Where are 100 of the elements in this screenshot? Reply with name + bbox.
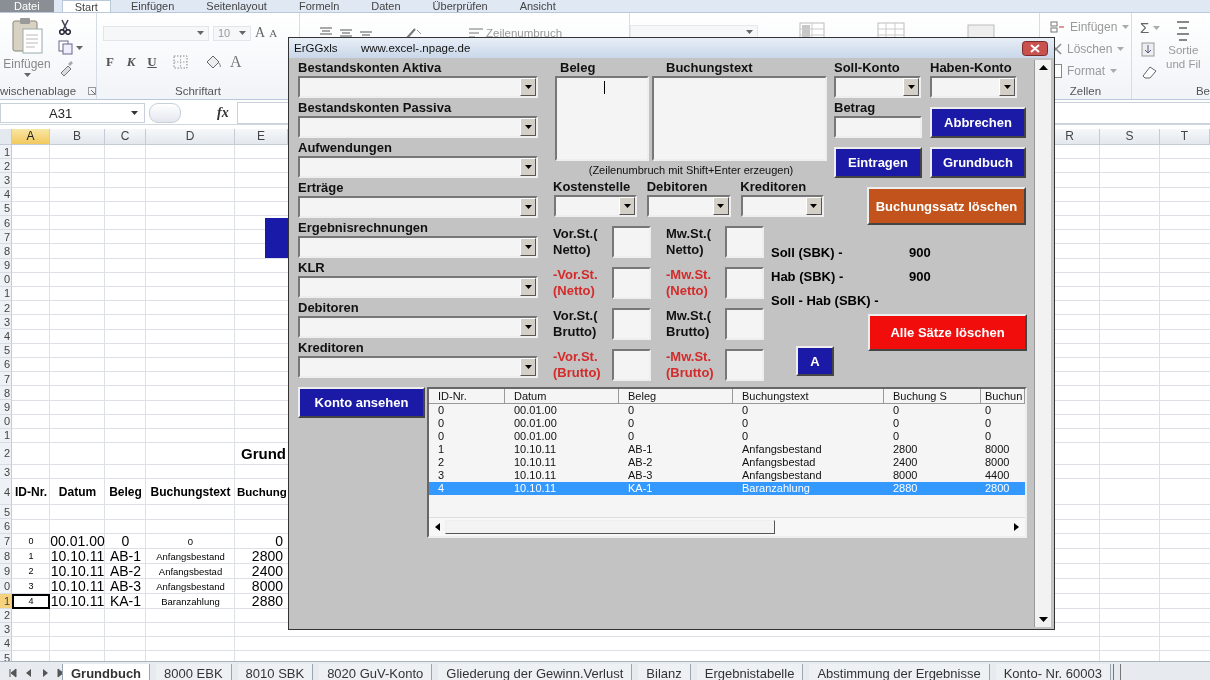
row-header[interactable]: 2 (0, 442, 12, 465)
input-field[interactable] (612, 349, 651, 381)
column-header[interactable]: Datum (505, 389, 619, 403)
dropdown-button[interactable] (520, 278, 536, 296)
list-row[interactable]: 3 10.10.11 AB-3 Anfangsbestand 8000 4400 (429, 469, 1025, 482)
ribbon-tab[interactable]: Einfügen (118, 0, 187, 12)
ribbon-tab[interactable]: Start (61, 0, 111, 12)
row-header[interactable]: 5 (0, 505, 12, 520)
delete-entry-button[interactable]: Buchungssatz löschen (867, 187, 1026, 225)
launcher-icon[interactable] (88, 87, 97, 95)
input-field[interactable] (612, 308, 651, 340)
bold-button[interactable]: F (103, 54, 117, 70)
input-field[interactable] (725, 349, 764, 381)
dropdown-button[interactable] (999, 78, 1015, 96)
ribbon-tab[interactable]: Daten (359, 0, 413, 12)
input-field[interactable] (725, 308, 764, 340)
insert-function-button[interactable]: fx (217, 105, 237, 121)
scissors-icon[interactable] (58, 19, 72, 35)
combo-box[interactable] (298, 76, 538, 98)
combo-box[interactable] (298, 156, 538, 178)
column-header[interactable]: Buchungstext (733, 389, 884, 403)
ledger-button[interactable]: Grundbuch (930, 147, 1026, 178)
sheet-tab[interactable]: Konto- Nr. 60003 (995, 663, 1111, 680)
combo-box[interactable] (554, 195, 638, 217)
column-header[interactable]: Buchun (981, 389, 1025, 403)
sheet-tab[interactable]: Bilanz (638, 663, 691, 680)
combo-box[interactable] (834, 76, 921, 98)
dropdown-button[interactable] (619, 197, 636, 215)
sheet-tab[interactable]: 8020 GuV-Konto (319, 663, 433, 680)
combo-box[interactable] (930, 76, 1017, 98)
text-area[interactable] (555, 76, 649, 161)
combo-box[interactable] (740, 195, 824, 217)
vertical-scrollbar[interactable] (1034, 60, 1051, 627)
align-middle-icon[interactable] (338, 27, 354, 39)
skip-arrow-icon[interactable] (8, 668, 18, 678)
column-header[interactable]: B (50, 129, 105, 145)
dropdown-button[interactable] (520, 198, 536, 216)
combo-box[interactable] (298, 196, 538, 218)
row-header[interactable]: 8 (0, 244, 12, 259)
dropdown-button[interactable] (520, 118, 536, 136)
view-account-button[interactable]: Konto ansehen (298, 387, 425, 418)
input-field[interactable] (612, 226, 651, 258)
ribbon-tab[interactable]: Überprüfen (420, 0, 500, 12)
paste-button[interactable]: Einfügen (4, 17, 50, 77)
font-color-button[interactable]: A (230, 53, 242, 71)
list-row[interactable]: 2 10.10.11 AB-2 Anfangsbestad 2400 8000 (429, 456, 1025, 469)
name-box[interactable]: A31 (0, 103, 145, 123)
row-header[interactable]: 7 (0, 372, 12, 387)
combo-box[interactable] (298, 276, 538, 298)
tab-split-handle[interactable] (1113, 664, 1121, 680)
input-field[interactable] (612, 267, 651, 299)
input-field[interactable] (725, 226, 764, 258)
ribbon-tab[interactable]: Ansicht (507, 0, 568, 12)
row-header[interactable]: 3 (0, 173, 12, 188)
ribbon-tab[interactable]: Formeln (286, 0, 352, 12)
row-header[interactable]: 6 (0, 519, 12, 534)
delete-all-button[interactable]: Alle Sätze löschen (868, 314, 1027, 351)
sheet-tab[interactable]: Abstimmung der Ergebnisse (809, 663, 990, 680)
row-header[interactable]: 3 (0, 315, 12, 330)
column-header[interactable]: T (1160, 129, 1210, 145)
row-header[interactable]: 2 (0, 159, 12, 174)
amount-field[interactable] (834, 116, 922, 138)
dropdown-button[interactable] (806, 197, 822, 215)
ribbon-tab[interactable]: Seitenlayout (194, 0, 279, 12)
column-header[interactable]: A (12, 129, 50, 145)
font-name-field[interactable] (103, 25, 209, 41)
dropdown-button[interactable] (520, 318, 536, 336)
column-header[interactable]: D (146, 129, 235, 145)
underline-button[interactable]: U (145, 54, 159, 70)
horizontal-scrollbar[interactable] (429, 517, 1025, 536)
column-header[interactable]: S (1100, 129, 1160, 145)
column-header[interactable]: ID-Nr. (429, 389, 505, 403)
input-field[interactable] (725, 267, 764, 299)
row-header[interactable]: 4 (0, 329, 12, 344)
grow-font-button[interactable]: A (255, 25, 266, 41)
column-header[interactable]: C (105, 129, 146, 145)
dropdown-button[interactable] (712, 197, 729, 215)
list-row[interactable]: 0 00.01.00 0 0 0 0 (429, 430, 1025, 443)
sheet-tab[interactable]: 8010 SBK (237, 663, 314, 680)
sheet-tab[interactable]: Ergebnistabelle (696, 663, 804, 680)
list-row[interactable]: 1 10.10.11 AB-1 Anfangsbestand 2800 8000 (429, 443, 1025, 456)
row-header[interactable]: 2 (0, 301, 12, 316)
row-header[interactable]: 8 (0, 386, 12, 401)
sum-button[interactable]: Σ (1140, 19, 1162, 36)
dropdown-button[interactable] (520, 158, 536, 176)
column-header[interactable]: Buchung S (884, 389, 981, 403)
shrink-font-button[interactable]: A (269, 27, 278, 39)
sheet-tab[interactable]: Gliederung der Gewinn.Verlust (438, 663, 633, 680)
a-button[interactable]: A (796, 346, 834, 376)
list-row[interactable]: 0 00.01.00 0 0 0 0 (429, 417, 1025, 430)
format-painter-icon[interactable] (58, 60, 74, 76)
combo-box[interactable] (298, 116, 538, 138)
copy-icon[interactable] (58, 40, 74, 55)
cancel-button[interactable]: Abbrechen (930, 107, 1026, 138)
row-header[interactable]: 4 (0, 479, 12, 506)
dropdown-button[interactable] (520, 78, 536, 96)
scrollbar-thumb[interactable] (445, 520, 775, 534)
column-header[interactable]: E (235, 129, 288, 145)
combo-box[interactable] (298, 356, 538, 378)
text-area[interactable] (652, 76, 827, 161)
